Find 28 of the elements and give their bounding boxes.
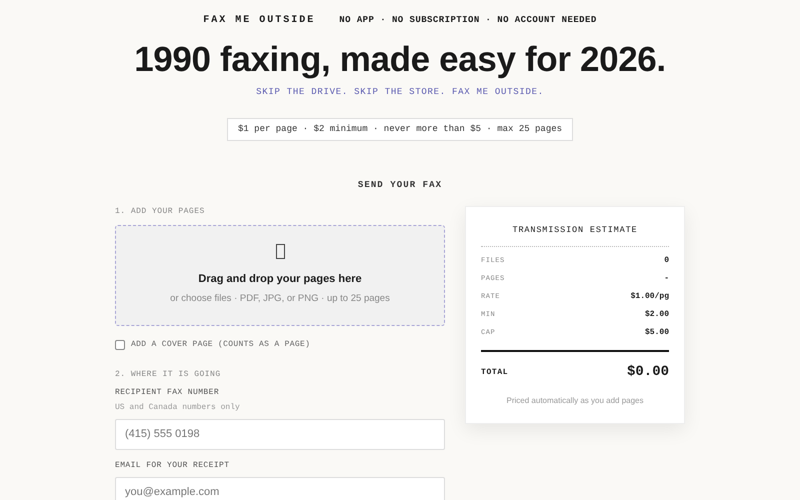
estimate-note: Priced automatically as you add pages	[506, 395, 644, 408]
estimate-value: -	[664, 273, 669, 286]
estimate-value: $1.00/pg	[630, 291, 669, 304]
text-field[interactable]: (415) 555 0198	[115, 418, 445, 450]
estimate-value: $2.00	[644, 309, 669, 322]
field-label: EMAIL FOR YOUR RECEIPT	[115, 460, 230, 472]
file-icon	[276, 244, 284, 260]
step-label: 2. WHERE IT IS GOING	[115, 368, 222, 380]
drop-hint: or choose files · PDF, JPG, or PNG · up to 25 pages	[170, 292, 390, 306]
drop-zone[interactable]: Drag and drop your pages here or choose files · PDF, JPG, or PNG · up to 25 pages	[115, 224, 445, 326]
hero-subtitle: SKIP THE DRIVE. SKIP THE STORE. FAX ME OUTSIDE.	[256, 86, 544, 99]
cover-label: ADD A COVER PAGE (COUNTS AS A PAGE)	[131, 338, 310, 350]
field-hint: US and Canada numbers only	[115, 402, 241, 414]
drop-title: Drag and drop your pages here	[198, 272, 362, 288]
section-heading: SEND YOUR FAX	[358, 179, 442, 192]
pricing-banner: $1 per page · $2 minimum · never more than $5 · max 25 pages	[226, 118, 574, 141]
estimate-value: $5.00	[644, 327, 669, 340]
hero-title: 1990 faxing, made easy for 2026.	[134, 40, 666, 80]
field-label: RECIPIENT FAX NUMBER	[115, 386, 220, 398]
brand-name[interactable]: FAX ME OUTSIDE	[203, 13, 316, 28]
total-value: $0.00	[626, 363, 669, 382]
step-label: 1. ADD YOUR PAGES	[115, 206, 206, 218]
text-field[interactable]: you@example.com	[115, 476, 445, 500]
estimate-title: TRANSMISSION ESTIMATE	[512, 224, 638, 236]
estimate-value: 0	[664, 255, 669, 268]
tagline: NO APP · NO SUBSCRIPTION · NO ACCOUNT NEEDED	[339, 14, 597, 27]
total-label: TOTAL	[481, 366, 508, 379]
cover-checkbox[interactable]	[115, 340, 125, 350]
